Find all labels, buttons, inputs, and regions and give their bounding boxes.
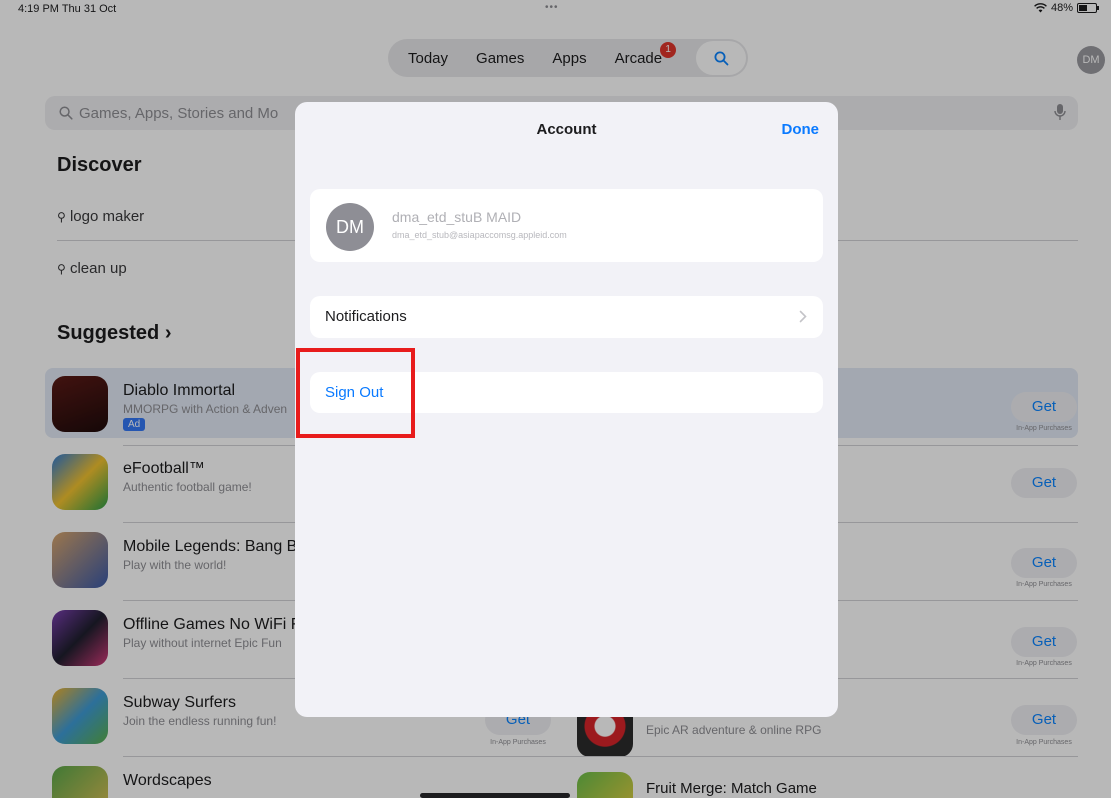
notifications-row[interactable]: Notifications (310, 296, 823, 338)
account-name: dma_etd_stuB MAID (392, 209, 522, 225)
chevron-right-icon (799, 310, 807, 323)
account-email: dma_etd_stub@asiapaccomsg.appleid.com (392, 230, 567, 240)
account-avatar: DM (326, 203, 374, 251)
sign-out-row[interactable]: Sign Out (310, 372, 823, 413)
done-button[interactable]: Done (782, 121, 820, 138)
sheet-title: Account (536, 121, 597, 138)
sign-out-button[interactable]: Sign Out (325, 384, 383, 401)
account-card[interactable]: DM dma_etd_stuB MAID dma_etd_stub@asiapa… (310, 189, 823, 262)
account-sheet: Account Done DM dma_etd_stuB MAID dma_et… (295, 102, 838, 717)
notifications-label: Notifications (325, 308, 407, 325)
home-indicator[interactable] (420, 793, 570, 798)
